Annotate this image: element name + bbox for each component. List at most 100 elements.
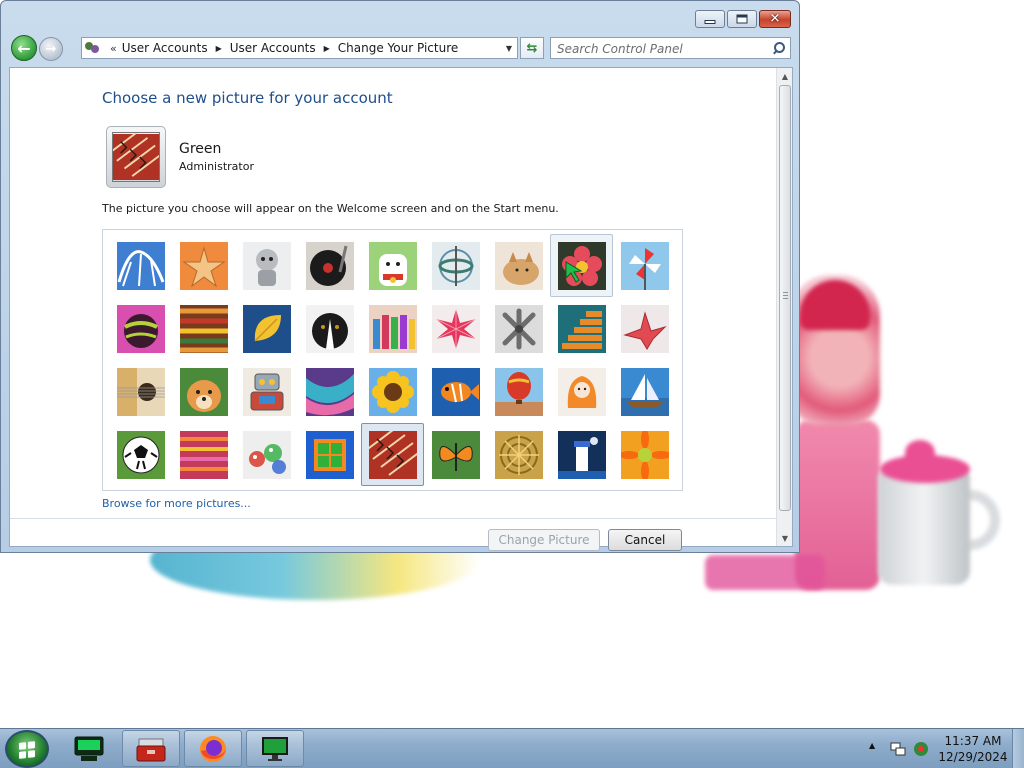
- close-icon: ✕: [769, 11, 781, 27]
- balloon-picture: [494, 367, 543, 416]
- lighthouse-picture: [557, 430, 606, 479]
- puppy-picture: [179, 367, 228, 416]
- forward-button[interactable]: →: [39, 37, 63, 61]
- coaster-picture: [116, 241, 165, 290]
- security-status-icon[interactable]: [913, 741, 929, 757]
- taskbar-terminal-app[interactable]: [60, 730, 118, 767]
- taskbar-monitor-app[interactable]: [246, 730, 304, 767]
- cloth-picture: [179, 430, 228, 479]
- paper-crane-picture: [620, 304, 669, 353]
- picture-option-lighthouse[interactable]: [550, 423, 613, 486]
- breadcrumb-separator-icon[interactable]: ▶: [324, 44, 330, 53]
- picture-option-sailboat[interactable]: [613, 360, 676, 423]
- picture-option-butterfly[interactable]: [424, 423, 487, 486]
- picture-option-guitar[interactable]: [109, 360, 172, 423]
- picture-option-coaster[interactable]: [109, 234, 172, 297]
- breadcrumb-change-your-picture[interactable]: Change Your Picture: [338, 41, 458, 55]
- stairs-picture: [557, 304, 606, 353]
- back-button[interactable]: ←: [11, 35, 37, 61]
- breadcrumb-separator-icon[interactable]: ▶: [216, 44, 222, 53]
- control-panel-window: ✕ ← → « User Accounts ▶ User Accounts ▶ …: [0, 0, 800, 553]
- taskbar-firefox-app[interactable]: [184, 730, 242, 767]
- picture-option-scarf[interactable]: [298, 360, 361, 423]
- breadcrumb-user-accounts-root[interactable]: User Accounts: [122, 41, 208, 55]
- user-role: Administrator: [179, 160, 254, 173]
- picture-option-lucky-cat[interactable]: [361, 234, 424, 297]
- network-icon[interactable]: [890, 741, 906, 757]
- picture-option-crayons[interactable]: [361, 297, 424, 360]
- close-button[interactable]: ✕: [759, 10, 791, 28]
- windows-logo-icon: [19, 741, 35, 759]
- sailboat-picture: [620, 367, 669, 416]
- system-clock[interactable]: 11:37 AM 12/29/2024: [930, 733, 1016, 765]
- change-picture-button[interactable]: Change Picture: [488, 529, 600, 551]
- user-name: Green: [179, 141, 222, 157]
- taskbar: ▲ 11:37 AM 12/29/2024: [0, 728, 1024, 768]
- scroll-thumb[interactable]: [779, 85, 791, 511]
- refresh-button[interactable]: ⇆: [520, 37, 544, 59]
- jacks-picture: [494, 304, 543, 353]
- picture-option-fabric[interactable]: [172, 297, 235, 360]
- picture-option-turntable[interactable]: [298, 234, 361, 297]
- picture-option-puppy[interactable]: [172, 360, 235, 423]
- scroll-up-icon[interactable]: ▲: [777, 68, 793, 84]
- picture-option-leaf[interactable]: [235, 297, 298, 360]
- breadcrumb-user-accounts[interactable]: User Accounts: [230, 41, 316, 55]
- user-accounts-icon: [85, 41, 101, 55]
- show-hidden-icons-icon[interactable]: ▲: [869, 741, 875, 750]
- breadcrumb-overflow[interactable]: «: [110, 42, 117, 55]
- forward-arrow-icon: →: [45, 41, 57, 57]
- picture-option-window[interactable]: [298, 423, 361, 486]
- vertical-scrollbar[interactable]: ▲ ▼: [776, 68, 792, 546]
- picture-option-pattern-fabric[interactable]: [361, 423, 424, 486]
- picture-option-basket[interactable]: [487, 423, 550, 486]
- address-dropdown-icon[interactable]: ▼: [506, 44, 512, 53]
- search-box[interactable]: [550, 37, 791, 59]
- address-bar[interactable]: « User Accounts ▶ User Accounts ▶ Change…: [81, 37, 518, 59]
- minimize-icon: [704, 20, 716, 24]
- start-button[interactable]: [5, 730, 49, 768]
- picture-option-pinwheel[interactable]: [613, 234, 676, 297]
- picture-option-paper-crane[interactable]: [613, 297, 676, 360]
- picture-option-stairs[interactable]: [550, 297, 613, 360]
- soccer-ball-picture: [116, 430, 165, 479]
- scroll-down-icon[interactable]: ▼: [777, 530, 793, 546]
- picture-grid: [102, 229, 683, 491]
- picture-option-sunflower[interactable]: [361, 360, 424, 423]
- picture-option-robot-figure[interactable]: [235, 234, 298, 297]
- pinwheel-picture: [620, 241, 669, 290]
- picture-option-paper-star[interactable]: [424, 297, 487, 360]
- picture-option-gyroscope[interactable]: [424, 234, 487, 297]
- picture-option-dog[interactable]: [298, 297, 361, 360]
- picture-option-doll[interactable]: [550, 360, 613, 423]
- picture-option-ball[interactable]: [109, 297, 172, 360]
- caption-buttons: ✕: [695, 10, 791, 28]
- doll-picture: [557, 367, 606, 416]
- picture-option-starfish[interactable]: [172, 234, 235, 297]
- search-input[interactable]: [551, 39, 761, 59]
- picture-option-kitten[interactable]: [487, 234, 550, 297]
- picture-option-soccer-ball[interactable]: [109, 423, 172, 486]
- browse-more-pictures-link[interactable]: Browse for more pictures...: [102, 497, 251, 510]
- picture-option-flower[interactable]: [550, 234, 613, 297]
- maximize-button[interactable]: [727, 10, 757, 28]
- content-pane: Choose a new picture for your account Gr…: [9, 67, 793, 551]
- minimize-button[interactable]: [695, 10, 725, 28]
- picture-option-cloth[interactable]: [172, 423, 235, 486]
- show-desktop-button[interactable]: [1012, 729, 1024, 768]
- taskbar-toolbox-app[interactable]: [122, 730, 180, 767]
- picture-option-gerbera[interactable]: [613, 423, 676, 486]
- refresh-icon: ⇆: [526, 40, 538, 56]
- cancel-button[interactable]: Cancel: [608, 529, 682, 551]
- gerbera-picture: [620, 430, 669, 479]
- picture-option-balloon[interactable]: [487, 360, 550, 423]
- picture-option-toy-robot[interactable]: [235, 360, 298, 423]
- sunflower-picture: [368, 367, 417, 416]
- clock-time: 11:37 AM: [944, 734, 1002, 748]
- butterfly-picture: [431, 430, 480, 479]
- picture-option-jacks[interactable]: [487, 297, 550, 360]
- toolbox-app-icon: [136, 738, 166, 761]
- picture-option-fish[interactable]: [424, 360, 487, 423]
- picture-option-marbles[interactable]: [235, 423, 298, 486]
- search-icon[interactable]: [772, 41, 785, 55]
